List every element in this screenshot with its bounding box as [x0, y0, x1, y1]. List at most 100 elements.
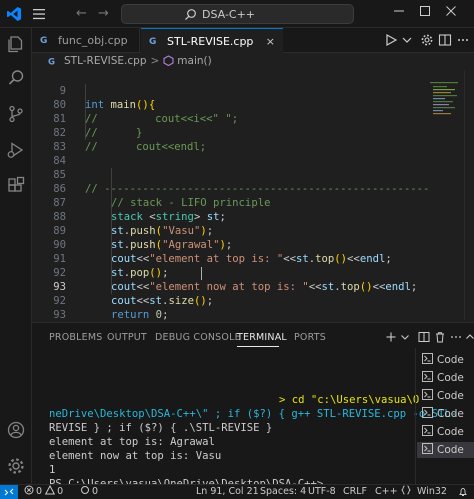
- braces-icon: [400, 485, 411, 495]
- add-terminal-icon[interactable]: [385, 331, 397, 343]
- tab-terminal[interactable]: TERMINAL: [237, 332, 287, 343]
- tab-problems[interactable]: PROBLEMS: [49, 332, 102, 343]
- tab-close-icon[interactable]: ×: [266, 29, 275, 54]
- svg-text:G: G: [149, 37, 156, 47]
- terminal-icon: [422, 443, 433, 454]
- account-icon[interactable]: [6, 420, 26, 440]
- code-line: 93 }: [32, 294, 432, 320]
- terminal-icon: [422, 353, 433, 364]
- gear-icon[interactable]: [6, 456, 26, 476]
- problems-indicator[interactable]: 0 0: [24, 485, 63, 499]
- encoding[interactable]: UTF-8: [308, 485, 336, 499]
- split-editor-icon[interactable]: [438, 33, 452, 47]
- more-actions-icon[interactable]: [450, 331, 462, 343]
- settings-gear-icon[interactable]: [420, 33, 434, 47]
- code-line: 9 int main(){: [32, 70, 432, 111]
- breadcrumb-symbol[interactable]: main(): [177, 55, 211, 67]
- extensions-icon[interactable]: [6, 176, 26, 196]
- hamburger-menu-icon[interactable]: [30, 5, 48, 23]
- terminal-list-item[interactable]: Code: [422, 370, 464, 386]
- code-line: 84: [32, 140, 432, 167]
- keyword: return: [111, 309, 150, 320]
- terminal-list-item[interactable]: Code: [422, 388, 464, 404]
- active-tab-indicator: [237, 346, 279, 347]
- arrow-left-icon[interactable]: ←: [76, 6, 87, 21]
- terminal-name: Code: [437, 444, 464, 456]
- split-terminal-icon[interactable]: [418, 331, 430, 343]
- terminal-line: neDrive\Desktop\DSA-C++\" ; if ($?) { g+…: [49, 408, 458, 420]
- tab-label: func_obj.cpp: [58, 34, 128, 47]
- terminal-list: Code Code Code Code Code Code: [415, 348, 474, 485]
- terminal-name: Code: [437, 372, 464, 384]
- maximize-icon[interactable]: [418, 4, 432, 18]
- minimap[interactable]: [430, 70, 464, 320]
- ports-indicator[interactable]: 0: [80, 485, 98, 499]
- trash-icon[interactable]: [434, 331, 446, 343]
- terminal-icon: [422, 425, 433, 436]
- command-center-search[interactable]: DSA-C++: [121, 4, 354, 24]
- code-line: 91 st.pop();: [32, 238, 432, 279]
- breadcrumb-file[interactable]: STL-REVISE.cpp: [64, 55, 146, 67]
- vscode-logo-icon: [7, 7, 21, 21]
- code-editor[interactable]: 9 int main(){ 80 // cout<<i<<" "; 81 // …: [32, 70, 474, 320]
- terminal-name: Code: [437, 408, 464, 420]
- more-actions-icon[interactable]: [456, 33, 470, 47]
- terminal-list-item-selected[interactable]: Code: [417, 442, 474, 458]
- tab-ports[interactable]: PORTS: [294, 332, 326, 343]
- terminal-line: REVISE } ; if ($?) { .\STL-REVISE }: [49, 422, 273, 434]
- search-text: DSA-C++: [202, 8, 256, 21]
- terminal-name: Code: [437, 354, 464, 366]
- run-debug-icon[interactable]: [6, 140, 26, 160]
- activity-bar: [0, 28, 32, 484]
- source-control-icon[interactable]: [6, 104, 26, 124]
- search-icon: [185, 9, 196, 21]
- breadcrumb-separator: >: [150, 55, 160, 67]
- search-icon[interactable]: [6, 68, 26, 88]
- platform[interactable]: Win32: [417, 485, 447, 499]
- bell-icon[interactable]: [458, 487, 468, 497]
- cpp-file-icon: G: [48, 57, 55, 67]
- terminal-line: element now at top is: Vasu: [49, 450, 222, 462]
- language-mode[interactable]: C++: [375, 485, 413, 499]
- minimize-icon[interactable]: [392, 4, 406, 18]
- remote-indicator[interactable]: [0, 485, 18, 499]
- tab-func-obj[interactable]: Gfunc_obj.cpp: [32, 28, 140, 53]
- indentation[interactable]: Spaces: 4: [260, 485, 306, 499]
- terminal-output[interactable]: > cd "c:\Users\vasua\O neDrive\Desktop\D…: [32, 351, 457, 490]
- code-line: 81 // }: [32, 98, 432, 139]
- terminal-name: Code: [437, 426, 464, 438]
- terminal-list-item[interactable]: Code: [422, 424, 464, 440]
- code-line: 80 // cout<<i<<" ";: [32, 84, 432, 125]
- number-literal: 0: [155, 309, 163, 320]
- terminal-icon: [422, 389, 433, 400]
- code-line: 87 stack <string> st;: [32, 182, 432, 223]
- code-line: 92 return 0;: [32, 280, 432, 320]
- close-icon[interactable]: [444, 4, 458, 18]
- chevron-up-icon[interactable]: [464, 331, 474, 343]
- terminal-line: element at top is: Agrawal: [49, 436, 215, 448]
- code-line: 88 st.push("Vasu");: [32, 196, 432, 237]
- chevron-down-icon[interactable]: [400, 33, 414, 47]
- tab-output[interactable]: OUTPUT: [107, 332, 147, 343]
- breadcrumb: G STL-REVISE.cpp > main(): [32, 53, 474, 70]
- terminal-list-item[interactable]: Code: [422, 352, 464, 368]
- panel-tabs: PROBLEMS OUTPUT DEBUG CONSOLE TERMINAL P…: [32, 323, 474, 351]
- bottom-panel: PROBLEMS OUTPUT DEBUG CONSOLE TERMINAL P…: [32, 322, 474, 490]
- run-icon[interactable]: [384, 33, 398, 47]
- line-ending[interactable]: CRLF: [343, 485, 367, 499]
- code-line: 82 // cout<<endl;: [32, 112, 432, 153]
- vertical-scrollbar[interactable]: [464, 70, 474, 320]
- cpp-file-icon: G: [40, 36, 47, 46]
- chevron-down-icon[interactable]: [399, 331, 411, 343]
- terminal-list-item[interactable]: Code: [422, 406, 464, 422]
- tab-debug-console[interactable]: DEBUG CONSOLE: [155, 332, 241, 343]
- tab-stl-revise[interactable]: G STL-REVISE.cpp ×: [141, 28, 283, 53]
- explorer-icon[interactable]: [6, 34, 26, 54]
- remote-icon: [4, 488, 14, 496]
- ports-count: 0: [92, 486, 99, 497]
- terminal-line: 1: [49, 464, 56, 476]
- code-line: 83: [32, 126, 432, 153]
- code-line: 89 st.push("Agrawal");: [32, 210, 432, 251]
- arrow-right-icon[interactable]: →: [98, 6, 109, 21]
- cursor-position[interactable]: Ln 91, Col 21: [196, 485, 259, 499]
